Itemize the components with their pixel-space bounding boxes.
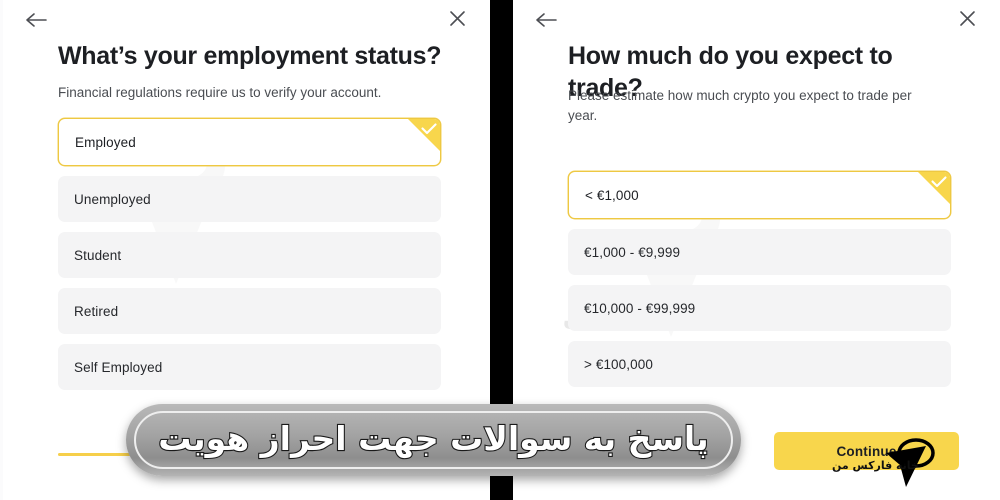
option-label: Employed: [75, 134, 136, 150]
option-label: > €100,000: [584, 356, 653, 372]
page-subtitle: Financial regulations require us to veri…: [58, 85, 382, 100]
option-label: €10,000 - €99,999: [584, 300, 696, 316]
option-self-employed[interactable]: Self Employed: [58, 344, 441, 390]
option-under-1000[interactable]: < €1,000: [568, 171, 951, 219]
page-subtitle: Please estimate how much crypto you expe…: [568, 88, 912, 124]
screenshot-root: خانه فارکس من What’s your employment sta…: [0, 0, 1000, 500]
arrow-left-icon[interactable]: [531, 5, 561, 35]
banner-text: پاسخ به سوالات جهت احراز هویت: [157, 418, 710, 458]
close-icon[interactable]: [952, 3, 982, 33]
option-1000-9999[interactable]: €1,000 - €9,999: [568, 229, 951, 275]
cursor-watermark-text: خانه فارکس من: [832, 459, 919, 472]
option-label: Retired: [74, 303, 119, 319]
check-corner-icon: [917, 172, 950, 205]
right-topbar: [513, 0, 1000, 38]
option-label: Unemployed: [74, 191, 151, 207]
check-corner-icon: [407, 119, 440, 152]
option-label: Student: [74, 247, 122, 263]
option-label: < €1,000: [585, 187, 639, 203]
trade-amount-options-list: < €1,000 €1,000 - €9,999 €10,000 - €99,9…: [568, 171, 951, 397]
option-10000-99999[interactable]: €10,000 - €99,999: [568, 285, 951, 331]
option-label: €1,000 - €9,999: [584, 244, 681, 260]
option-retired[interactable]: Retired: [58, 288, 441, 334]
page-title: What’s your employment status?: [58, 42, 442, 70]
option-unemployed[interactable]: Unemployed: [58, 176, 441, 222]
close-icon[interactable]: [442, 3, 472, 33]
option-over-100000[interactable]: > €100,000: [568, 341, 951, 387]
annotation-banner: پاسخ به سوالات جهت احراز هویت: [126, 404, 741, 476]
left-topbar: [3, 0, 490, 38]
employment-options-list: Employed Unemployed Student Retired Self…: [58, 118, 441, 400]
option-student[interactable]: Student: [58, 232, 441, 278]
option-label: Self Employed: [74, 359, 163, 375]
option-employed[interactable]: Employed: [58, 118, 441, 166]
arrow-left-icon[interactable]: [21, 5, 51, 35]
